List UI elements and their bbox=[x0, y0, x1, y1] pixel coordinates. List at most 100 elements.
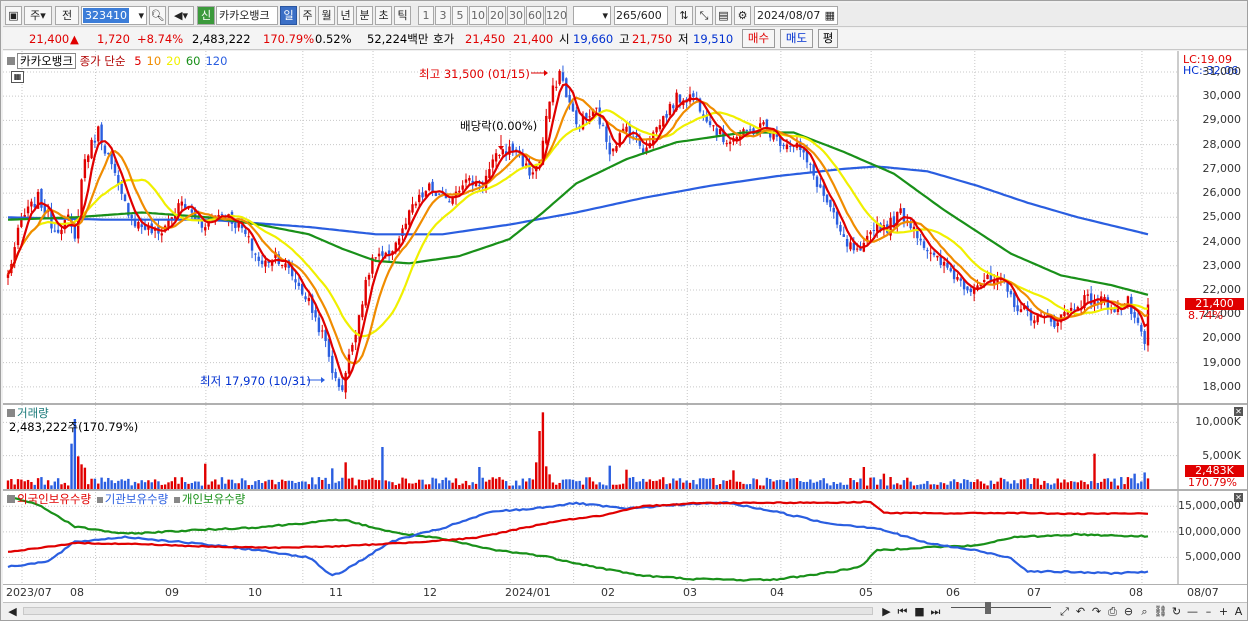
volume-bar bbox=[789, 478, 792, 489]
candle-body bbox=[56, 229, 60, 233]
prev-button[interactable]: 전 bbox=[55, 6, 79, 25]
volume-bar bbox=[1069, 481, 1073, 489]
volume-bar bbox=[685, 480, 688, 489]
pane-divider[interactable] bbox=[3, 403, 1247, 405]
rewind-icon[interactable]: ⏮ bbox=[895, 604, 910, 619]
volume-bar bbox=[795, 478, 799, 489]
volume-bar bbox=[1140, 481, 1143, 489]
x-tick: 05 bbox=[859, 586, 873, 599]
candle-body bbox=[672, 105, 675, 109]
minute-tab-30[interactable]: 30 bbox=[507, 6, 525, 25]
undo-icon[interactable]: ↶ bbox=[1073, 604, 1088, 619]
minute-tab-20[interactable]: 20 bbox=[488, 6, 506, 25]
candle-body bbox=[1126, 296, 1130, 304]
average-button[interactable]: 평 bbox=[818, 29, 838, 48]
candle-body bbox=[845, 238, 849, 247]
stop-icon[interactable]: ■ bbox=[912, 604, 927, 619]
volume-bar bbox=[979, 481, 983, 489]
crosshair-icon[interactable]: ⤢ bbox=[1057, 604, 1072, 619]
gear-icon[interactable]: ⚙ bbox=[734, 6, 751, 25]
period-tab-0[interactable]: 일 bbox=[280, 6, 297, 25]
chart-area[interactable]: 카카오뱅크 종가 단순 5 10 20 60 120 ▦ LC:19.09 HC:-32… bbox=[3, 51, 1247, 602]
sound-icon[interactable]: ◀▾ bbox=[168, 6, 194, 25]
link-icon[interactable]: ⛓ bbox=[1153, 604, 1168, 619]
volume-bar bbox=[738, 481, 742, 489]
draw-icon[interactable]: ⤡ bbox=[695, 6, 713, 25]
scroll-left-icon[interactable]: ◀ bbox=[5, 604, 20, 619]
plus-icon[interactable]: + bbox=[1216, 604, 1231, 619]
period-tab-4[interactable]: 분 bbox=[356, 6, 373, 25]
minute-tab-1[interactable]: 1 bbox=[418, 6, 434, 25]
redo-icon[interactable]: ↷ bbox=[1089, 604, 1104, 619]
fast-forward-icon[interactable]: ⏭ bbox=[928, 604, 943, 619]
pane-handle-icon[interactable] bbox=[7, 57, 15, 65]
chevron-down-icon[interactable]: ▾ bbox=[138, 7, 144, 24]
font-size-icon[interactable]: A bbox=[1231, 604, 1246, 619]
save-icon[interactable]: ▤ bbox=[715, 6, 732, 25]
minus-icon[interactable]: — bbox=[1185, 604, 1200, 619]
range-select[interactable]: ▾ bbox=[573, 6, 611, 25]
count-value: 265 bbox=[616, 9, 637, 22]
buy-button[interactable]: 매수 bbox=[742, 29, 775, 48]
credit-badge[interactable]: 신 bbox=[197, 6, 215, 25]
scroll-track[interactable] bbox=[23, 607, 873, 615]
period-tab-2[interactable]: 월 bbox=[318, 6, 335, 25]
x-axis-right-label: 08/07 bbox=[1187, 586, 1219, 599]
week-select[interactable]: 주▾ bbox=[24, 6, 52, 25]
chart-scrollbar[interactable]: ◀ ▶ ⏮ ■ ⏭ ⤢ ↶ ↷ ⎙ ⊖ ⌕ ⛓ ↻ — – + A bbox=[3, 602, 1247, 619]
candle-body bbox=[464, 179, 468, 183]
candle-body bbox=[137, 221, 140, 229]
minute-tab-5[interactable]: 5 bbox=[452, 6, 468, 25]
minute-tab-3[interactable]: 3 bbox=[435, 6, 451, 25]
pane-handle-icon[interactable] bbox=[7, 495, 15, 503]
volume-bar bbox=[244, 480, 247, 489]
zoom-slider[interactable] bbox=[951, 602, 1051, 615]
individual-holdings-line bbox=[7, 494, 1149, 582]
volume-bar bbox=[240, 478, 244, 489]
volume-bar bbox=[1083, 481, 1086, 489]
count-field[interactable]: 265/600 bbox=[614, 6, 668, 25]
price-tick: 23,000 bbox=[1202, 258, 1242, 272]
pane-divider[interactable] bbox=[3, 489, 1247, 491]
volume-bar bbox=[859, 478, 862, 489]
candle-body bbox=[986, 274, 989, 280]
search-icon[interactable]: 🔍︎ bbox=[149, 6, 166, 25]
period-tab-1[interactable]: 주 bbox=[299, 6, 316, 25]
zoom-slider-thumb[interactable] bbox=[985, 602, 991, 614]
volume-bar bbox=[1089, 481, 1093, 489]
stock-name-field[interactable]: 카카오뱅크 bbox=[216, 6, 278, 25]
refresh-icon[interactable]: ↻ bbox=[1169, 604, 1184, 619]
grid-icon[interactable]: ▦ bbox=[11, 71, 24, 83]
pane-handle-icon[interactable] bbox=[7, 409, 15, 417]
period-tab-3[interactable]: 년 bbox=[337, 6, 354, 25]
volume-bar bbox=[678, 478, 682, 489]
volume-bar bbox=[344, 462, 347, 489]
volume-bar bbox=[347, 478, 351, 489]
period-tab-5[interactable]: 초 bbox=[375, 6, 392, 25]
volume-bar bbox=[628, 477, 632, 489]
stock-code-input[interactable]: 323410 ▾ bbox=[81, 6, 147, 25]
volume-bar bbox=[805, 481, 809, 489]
minute-tab-10[interactable]: 10 bbox=[469, 6, 487, 25]
calendar-icon[interactable]: ▦ bbox=[825, 7, 835, 24]
volume-bar bbox=[484, 481, 488, 489]
minute-tab-60[interactable]: 60 bbox=[526, 6, 544, 25]
volume-bar bbox=[949, 481, 952, 489]
minute-tab-120[interactable]: 120 bbox=[545, 6, 567, 25]
magnifier-icon[interactable]: ⌕ bbox=[1137, 604, 1152, 619]
volume-bar bbox=[220, 477, 224, 489]
compare-icon[interactable]: ⇅ bbox=[675, 6, 693, 25]
candle-body bbox=[491, 159, 494, 168]
layout-icon[interactable]: ▣ bbox=[5, 6, 22, 25]
zoom-out-icon[interactable]: ⊖ bbox=[1121, 604, 1136, 619]
dash-icon[interactable]: – bbox=[1201, 604, 1216, 619]
date-field[interactable]: 2024/08/07 ▦ bbox=[754, 6, 838, 25]
play-icon[interactable]: ▶ bbox=[879, 604, 894, 619]
x-tick: 2023/07 bbox=[6, 586, 52, 599]
volume-bar bbox=[123, 480, 127, 489]
period-tab-6[interactable]: 틱 bbox=[394, 6, 411, 25]
volume-bar bbox=[832, 482, 835, 489]
volume-bar bbox=[819, 480, 822, 489]
sell-button[interactable]: 매도 bbox=[780, 29, 813, 48]
capture-icon[interactable]: ⎙ bbox=[1105, 604, 1120, 619]
